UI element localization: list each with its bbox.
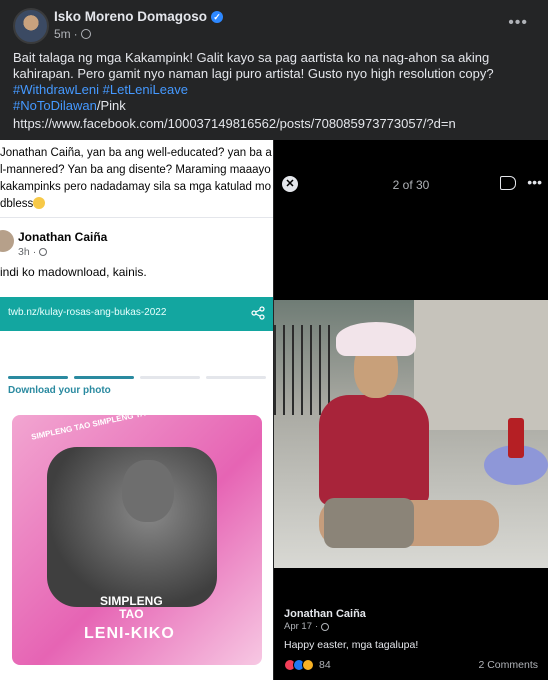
hashtag-withdrawleni[interactable]: #WithdrawLeni	[13, 82, 99, 97]
commenter-time: 3h	[18, 246, 30, 258]
comment-line-4-text: dbless	[0, 198, 34, 210]
right-screenshot: ✕ 2 of 30 ••• Jonathan Caiña Apr 17 · Ha…	[274, 140, 548, 680]
link-bar[interactable]: twb.nz/kulay-rosas-ang-bukas-2022	[0, 297, 273, 331]
facebook-post: Isko Moreno Domagoso ✓ 5m · ••• Bait tal…	[0, 0, 548, 680]
author-avatar[interactable]	[13, 8, 49, 44]
poster-name[interactable]: Jonathan Caiña	[284, 608, 366, 620]
photo-person-shirt	[319, 395, 429, 505]
haha-reaction-icon	[302, 659, 314, 671]
post-text: Bait talaga ng mga Kakampink! Galit kayo…	[13, 50, 538, 114]
author-name-text[interactable]: Isko Moreno Domagoso	[54, 9, 207, 24]
globe-icon	[80, 29, 91, 39]
divider	[0, 217, 273, 218]
viewer-photo[interactable]	[274, 300, 548, 568]
hashtag-letlenileave[interactable]: #LetLeniLeave	[103, 82, 188, 97]
carousel-indicator	[8, 376, 273, 380]
photo-wall	[414, 300, 548, 430]
comment-line-4: dbless	[0, 196, 273, 213]
indicator-inactive	[140, 376, 200, 379]
post-date: Apr 17	[284, 621, 312, 632]
indicator-active	[8, 376, 68, 379]
hashtag-notodilawan[interactable]: #NoToDilawan	[13, 98, 97, 113]
reactions[interactable]: 84	[284, 658, 331, 672]
frame-label-top: SIMPLENG TAO SIMPLENG TAO	[30, 415, 153, 442]
commenter-name[interactable]: Jonathan Caiña	[18, 230, 107, 244]
frame-label-middle: SIMPLENG TAO	[100, 595, 163, 621]
more-options-icon[interactable]: •••	[527, 174, 542, 190]
photo-caption: Happy easter, mga tagalupa!	[284, 639, 419, 651]
smile-emoji-icon	[33, 197, 46, 209]
photo-person	[122, 460, 174, 522]
globe-icon	[39, 248, 48, 256]
indicator-active	[74, 376, 134, 379]
commenter-avatar[interactable]	[0, 230, 14, 252]
frame-label-bottom: LENI-KIKO	[84, 625, 175, 642]
photo-can	[508, 418, 524, 458]
comment-line-2: l-mannered? Yan ba ang disente? Maraming…	[0, 164, 271, 176]
photo-fence	[274, 325, 334, 415]
left-screenshot: Jonathan Caiña, yan ba ang well-educated…	[0, 140, 273, 680]
post-time[interactable]: 5m	[54, 27, 71, 41]
share-icon[interactable]	[251, 306, 265, 320]
tag-icon[interactable]	[500, 176, 516, 190]
comment-reply-text: Jonathan Caiña, yan ba ang well-educated…	[0, 145, 273, 213]
photo-person-shorts	[324, 498, 414, 548]
download-photo-link[interactable]: Download your photo	[8, 385, 111, 396]
post-meta: 5m ·	[54, 27, 91, 41]
campaign-photo-frame[interactable]: SIMPLENG TAO SIMPLENG TAO SIMPLENG TAO L…	[12, 415, 262, 665]
more-options-icon[interactable]: •••	[508, 14, 528, 32]
comment-line-1: Jonathan Caiña, yan ba ang well-educated…	[0, 147, 272, 159]
photo-person-hat	[336, 322, 416, 356]
meta-separator: ·	[315, 621, 319, 632]
post-header: Isko Moreno Domagoso ✓ 5m · •••	[0, 0, 548, 46]
comments-count[interactable]: 2 Comments	[478, 659, 538, 671]
commenter-meta: 3h ·	[18, 246, 48, 258]
comment-line-3: kakampinks pero nadadamay sila sa mga ka…	[0, 181, 272, 193]
meta-separator: ·	[73, 27, 78, 41]
reaction-count[interactable]: 84	[319, 659, 331, 671]
meta-separator: ·	[32, 246, 37, 258]
frame-label-line2: TAO	[119, 607, 144, 621]
globe-icon	[321, 622, 330, 631]
poster-meta: Apr 17 ·	[284, 621, 330, 632]
link-text[interactable]: twb.nz/kulay-rosas-ang-bukas-2022	[8, 307, 166, 318]
post-url[interactable]: https://www.facebook.com/100037149816562…	[13, 116, 456, 131]
indicator-inactive	[206, 376, 266, 379]
verified-badge-icon: ✓	[211, 10, 224, 23]
post-body: Bait talaga ng mga Kakampink! Galit kayo…	[13, 50, 494, 81]
comment-text: indi ko madownload, kainis.	[0, 265, 147, 279]
author-name[interactable]: Isko Moreno Domagoso ✓	[54, 9, 224, 24]
hashtag-suffix: /Pink	[96, 98, 126, 113]
